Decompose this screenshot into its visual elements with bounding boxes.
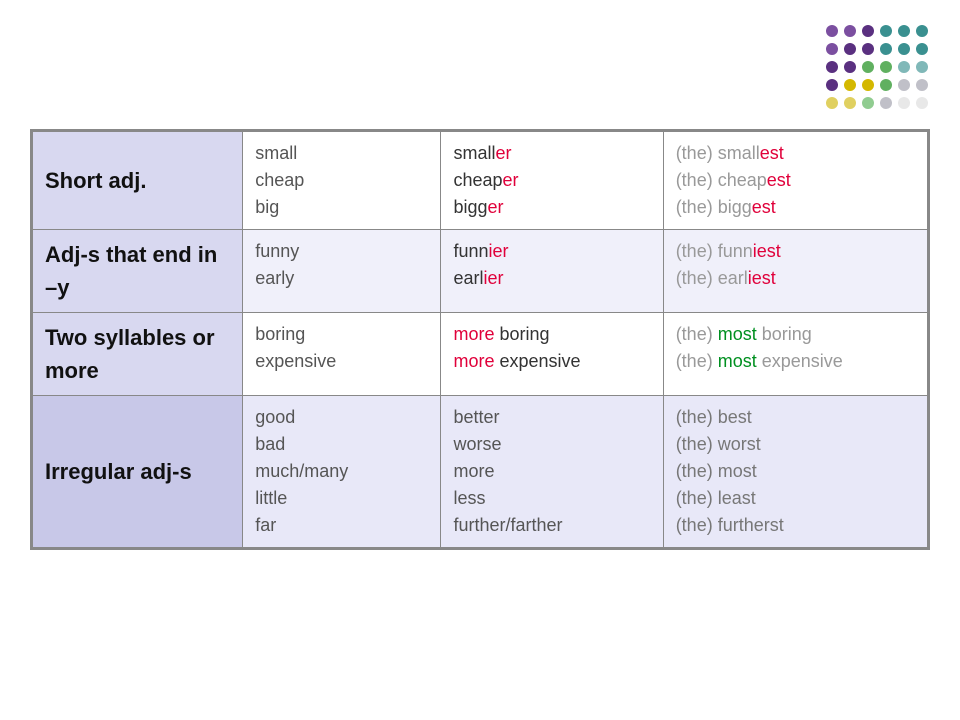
decoration-dot: [916, 43, 928, 55]
decoration-dot: [916, 25, 928, 37]
decoration-dot: [898, 25, 910, 37]
decoration-dot: [916, 97, 928, 109]
decoration-dot: [826, 43, 838, 55]
decoration-dot: [844, 97, 856, 109]
decoration-dot: [916, 61, 928, 73]
table-row: Two syllables or moreboringexpensivemore…: [33, 313, 928, 396]
table-row: Irregular adj-sgoodbadmuch/manylittlefar…: [33, 396, 928, 548]
category-cell: Short adj.: [33, 132, 243, 230]
category-cell: Adj-s that end in –y: [33, 230, 243, 313]
decoration-dot: [898, 97, 910, 109]
decoration-dot: [844, 61, 856, 73]
decoration-dot: [862, 25, 874, 37]
base-form-cell: funnyearly: [243, 230, 441, 313]
superlative-cell: (the) most boring(the) most expensive: [663, 313, 927, 396]
table-row: Adj-s that end in –yfunnyearlyfunnierear…: [33, 230, 928, 313]
decoration-dot: [826, 61, 838, 73]
decoration-dot: [916, 79, 928, 91]
decoration-dot: [880, 97, 892, 109]
decoration-dot: [880, 61, 892, 73]
decoration-dot: [862, 79, 874, 91]
category-cell: Two syllables or more: [33, 313, 243, 396]
page: Short adj.smallcheapbigsmallercheaperbig…: [0, 0, 960, 720]
superlative-cell: (the) smallest(the) cheapest(the) bigges…: [663, 132, 927, 230]
superlative-cell: (the) best(the) worst(the) most(the) lea…: [663, 396, 927, 548]
superlative-cell: (the) funniest(the) earliest: [663, 230, 927, 313]
decoration-dot: [898, 61, 910, 73]
decoration-dot: [826, 25, 838, 37]
decoration-dot: [898, 43, 910, 55]
decoration-dot: [862, 61, 874, 73]
table-row: Short adj.smallcheapbigsmallercheaperbig…: [33, 132, 928, 230]
decoration-dot: [826, 79, 838, 91]
category-cell: Irregular adj-s: [33, 396, 243, 548]
decoration-dot: [880, 79, 892, 91]
decoration-dot: [844, 25, 856, 37]
decoration-dot: [898, 79, 910, 91]
comparison-table: Short adj.smallcheapbigsmallercheaperbig…: [30, 129, 930, 550]
decoration-dot: [844, 79, 856, 91]
dots-decoration: [826, 25, 930, 111]
comparative-cell: betterworsemorelessfurther/farther: [441, 396, 663, 548]
comparative-cell: funnierearlier: [441, 230, 663, 313]
base-form-cell: boringexpensive: [243, 313, 441, 396]
decoration-dot: [844, 43, 856, 55]
decoration-dot: [862, 43, 874, 55]
decoration-dot: [880, 25, 892, 37]
header: [30, 20, 930, 111]
decoration-dot: [826, 97, 838, 109]
comparative-cell: more boringmore expensive: [441, 313, 663, 396]
base-form-cell: goodbadmuch/manylittlefar: [243, 396, 441, 548]
decoration-dot: [862, 97, 874, 109]
base-form-cell: smallcheapbig: [243, 132, 441, 230]
decoration-dot: [880, 43, 892, 55]
comparative-cell: smallercheaperbigger: [441, 132, 663, 230]
